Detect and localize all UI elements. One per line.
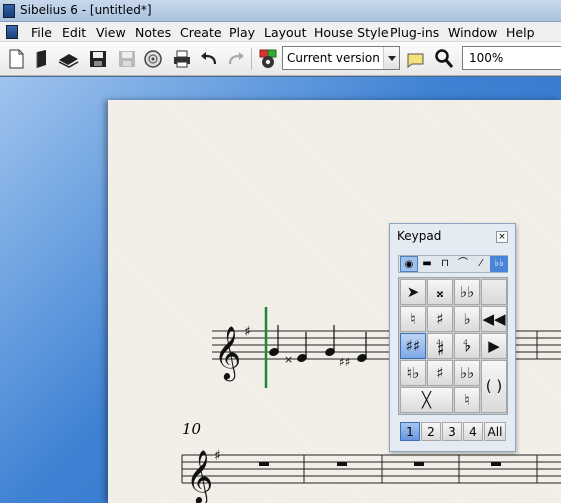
keypad-tabs: ◉ ▬ ⊓ ⌒ ⁄ ♭♭ [398,255,508,273]
keypad-layouts: 1 2 3 4 All [398,422,508,442]
cautionary-accidental-icon[interactable]: ♮ [454,387,480,413]
flat-icon[interactable]: ♭ [454,306,480,332]
stemless-cross-icon[interactable]: ╳ [400,387,453,413]
tab-common-notes[interactable]: ◉ [400,256,418,272]
tab-jazz-articulations[interactable]: ⁄ [472,256,490,272]
double-sharp-icon[interactable]: 𝄪 [427,279,453,305]
svg-text:×: × [284,353,293,366]
keypad-select-arrow-icon[interactable]: ➤ [400,279,426,305]
tab-accidentals[interactable]: ♭♭ [490,256,508,272]
three-quarter-sharp-icon[interactable]: ♯♯ [400,333,426,359]
keypad-title: Keypad [397,229,442,243]
key-signature-sharp: ♯ [244,324,251,340]
double-flat-icon[interactable]: ♭♭ [454,279,480,305]
layout-1[interactable]: 1 [400,422,420,441]
measure-number: 10 [182,420,202,438]
keypad-blank-key [481,279,507,305]
tab-more-notes[interactable]: ▬ [418,256,436,272]
layout-2[interactable]: 2 [421,422,441,441]
key-signature-sharp-2: ♯ [214,448,221,464]
tab-beams-tremolos[interactable]: ⊓ [436,256,454,272]
keypad-panel[interactable]: Keypad × ◉ ▬ ⊓ ⌒ ⁄ ♭♭ ➤ 𝄪 ♭♭ ♮ ♯ ♭ ◀◀ ♯♯… [389,223,516,452]
close-icon[interactable]: × [496,231,508,243]
whole-rests [259,462,501,466]
quarter-sharp-icon[interactable]: 𝄲 [427,333,453,359]
treble-clef-2: 𝄞 [186,449,213,503]
sharp-icon[interactable]: ♯ [427,306,453,332]
tab-articulations[interactable]: ⌒ [454,256,472,272]
layout-all[interactable]: All [484,422,506,441]
natural-icon[interactable]: ♮ [400,306,426,332]
quarter-flat-icon[interactable]: 𝄳 [454,333,480,359]
staff-system-2 [182,454,561,484]
rewind-icon[interactable]: ◀◀ [481,306,507,332]
sharp-up-icon[interactable]: ♯ [427,360,453,386]
notes-measure-1: × ♯♯ [269,325,367,369]
keypad-grid: ➤ 𝄪 ♭♭ ♮ ♯ ♭ ◀◀ ♯♯ 𝄲 𝄳 ▶ ♮♭ ♯ ♭♭ ( ) ╳ ♮ [398,277,508,415]
three-quarter-flat-icon[interactable]: ♭♭ [454,360,480,386]
parentheses-icon[interactable]: ( ) [481,360,507,413]
svg-text:♯♯: ♯♯ [339,355,351,369]
treble-clef: 𝄞 [214,325,241,381]
play-icon[interactable]: ▶ [481,333,507,359]
layout-4[interactable]: 4 [463,422,483,441]
natural-flat-icon[interactable]: ♮♭ [400,360,426,386]
layout-3[interactable]: 3 [442,422,462,441]
